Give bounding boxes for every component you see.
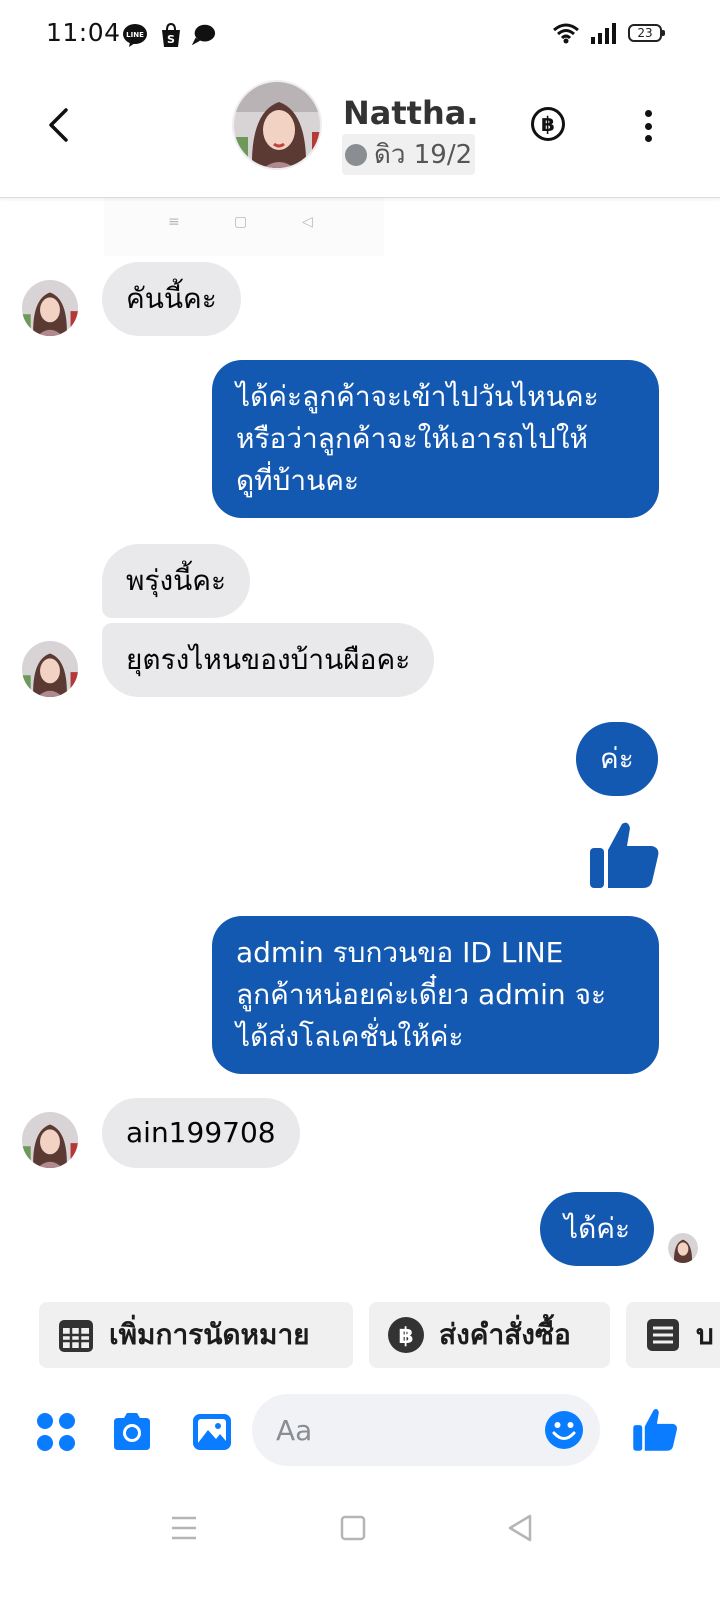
back-arrow-icon [49,108,68,142]
svg-text:฿: ฿ [541,112,555,136]
status-dot [345,143,367,166]
chip-label: ส่งคำสั่งซื้อ [439,1318,571,1351]
message-bubble-outgoing[interactable]: ได้ค่ะลูกค้าจะเข้าไปวันไหนคะ หรือว่าลูกค… [212,360,659,518]
message-line: ได้ค่ะลูกค้าจะเข้าไปวันไหนคะ [236,380,599,413]
baht-icon[interactable]: ฿ [530,106,566,142]
more-vertical-icon [644,110,652,117]
gallery-icon[interactable] [190,1410,234,1454]
sender-avatar[interactable] [22,280,78,336]
emoji-icon[interactable] [544,1410,584,1450]
battery-icon: 23 [628,24,665,42]
message-line: ลูกค้าหน่อยค่ะเดี๋ยว admin จะ [236,978,607,1011]
invoice-icon [647,1319,679,1351]
message-bubble-outgoing[interactable]: ค่ะ [576,722,658,796]
sender-photo [22,1112,78,1168]
contact-photo [234,82,320,168]
baht-icon: ฿ [388,1317,424,1353]
message-line: admin รบกวนขอ ID LINE [236,936,564,969]
message-list[interactable]: ‹ › ☰ ▣ ⌂ ≡ ▢ ◁ คันนี้คะ ได้ค่ะลูกค้าจะเ… [0,198,720,1290]
svg-text:S: S [167,33,175,46]
message-line: ได้ส่งโลเคชั่นให้ค่ะ [236,1020,464,1053]
system-navigation-bar [0,1490,720,1600]
chip-label: บ [696,1318,714,1351]
quick-actions-bar: เพิ่มการนัดหมาย ฿ ส่งคำสั่งซื้อ บ [0,1302,720,1368]
message-bubble-outgoing[interactable]: ได้ค่ะ [540,1192,655,1266]
message-bubble-incoming[interactable]: พรุ่งนี้คะ [102,544,251,618]
svg-text:฿: ฿ [398,1324,413,1349]
sender-avatar[interactable] [22,1112,78,1168]
sender-avatar[interactable] [22,641,78,697]
contact-avatar[interactable] [232,80,322,170]
contact-name[interactable]: Nattha... [343,94,478,132]
chip-label: เพิ่มการนัดหมาย [109,1318,310,1351]
shared-image-preview[interactable]: ‹ › ☰ ▣ ⌂ ≡ ▢ ◁ [104,198,384,256]
message-line: หรือว่าลูกค้าจะให้เอารถไปให้ [236,422,588,455]
menu-dots-icon[interactable] [34,1410,78,1454]
status-bar: 11:04 LINE S 23 [0,0,720,70]
line-icon: LINE [123,24,147,47]
conversation-header: Nattha... ดิว 19/2 ฿ [0,70,720,198]
seen-indicator-avatar [668,1233,698,1263]
message-bubble-incoming[interactable]: คันนี้คะ [102,262,241,336]
status-icons: 23 [552,22,665,44]
contact-status-label: ดิว 19/2 [374,140,473,170]
message-bubble-incoming[interactable]: ain199708 [102,1098,300,1168]
calendar-icon [59,1320,93,1352]
shopee-icon: S [162,22,180,47]
camera-icon[interactable] [110,1410,154,1454]
back-button[interactable] [36,100,80,150]
sender-photo [22,641,78,697]
menu-icon[interactable] [164,1508,204,1548]
svg-text:LINE: LINE [126,31,144,39]
home-icon[interactable] [333,1508,373,1548]
message-bubble-incoming[interactable]: ยุตรงไหนของบ้านผือคะ [102,623,435,697]
send-order-chip[interactable]: ฿ ส่งคำสั่งซื้อ [369,1302,610,1368]
message-line: ดูที่บ้านคะ [236,464,360,497]
seen-photo [668,1233,698,1263]
more-options-button[interactable] [640,106,656,146]
invoice-chip[interactable]: บ [626,1302,720,1368]
wifi-icon [553,23,579,44]
add-appointment-chip[interactable]: เพิ่มการนัดหมาย [39,1302,353,1368]
chat-bubble-icon [191,24,216,46]
contact-status: ดิว 19/2 [342,134,476,175]
thumbs-up-icon[interactable] [632,1406,678,1452]
status-time: 11:04 [46,18,121,47]
signal-icon [591,23,616,44]
sender-photo [22,280,78,336]
back-icon[interactable] [500,1508,540,1548]
message-bubble-outgoing[interactable]: admin รบกวนขอ ID LINE ลูกค้าหน่อยค่ะเดี๋… [212,916,659,1074]
message-composer [0,1394,720,1470]
thumbs-up-icon[interactable] [588,818,660,890]
